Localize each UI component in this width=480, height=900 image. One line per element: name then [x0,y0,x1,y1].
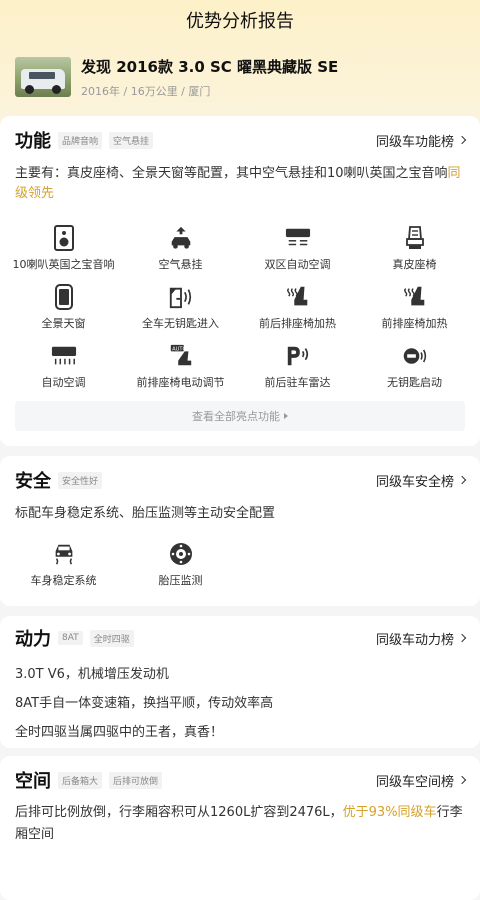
seat-heating-all-icon [285,284,311,310]
feature-item[interactable]: 前后驻车雷达 [239,336,356,395]
view-all-features-label: 查看全部亮点功能 [192,410,280,423]
function-feature-grid: 10喇叭英国之宝音响 空气悬挂 双区自动空调 真皮座椅 全景天窗 全车无钥匙进入… [0,218,480,395]
car-thumbnail [15,57,71,97]
space-title: 空间 [15,771,51,792]
power-tag: 全时四驱 [89,629,134,647]
space-rank-link[interactable]: 同级车空间榜 [375,771,467,790]
space-desc-text: 后排可比例放倒，行李厢容积可从1260L扩容到2476L， [15,805,343,820]
panoramic-sunroof-icon [51,284,77,310]
safety-card: 安全 安全性好 同级车安全榜 标配车身稳定系统、胎压监测等主动安全配置 车身稳定… [0,456,480,606]
dual-zone-ac-icon [285,225,311,251]
power-tag: 8AT [58,631,83,645]
function-header: 功能 品牌音响 空气悬挂 同级车功能榜 [0,122,480,158]
air-suspension-icon [168,225,194,251]
function-title: 功能 [15,131,51,152]
space-tag: 后排可放倒 [109,771,163,789]
feature-label: 胎压监测 [158,574,203,587]
safety-rank-link[interactable]: 同级车安全榜 [375,471,467,490]
space-header: 空间 后备箱大 后排可放倒 同级车空间榜 [0,762,480,798]
power-seat-icon: AUTO [168,343,194,369]
stability-control-icon [51,541,77,567]
power-card: 动力 8AT 全时四驱 同级车动力榜 3.0T V6，机械增压发动机 8AT手自… [0,616,480,748]
keyless-entry-icon [168,284,194,310]
seat-heating-front-icon [402,284,428,310]
auto-ac-icon [51,343,77,369]
space-rank-label: 同级车空间榜 [375,774,454,790]
feature-label: 车身稳定系统 [30,574,97,587]
power-line: 3.0T V6，机械增压发动机 [15,667,169,682]
parking-radar-icon [285,343,311,369]
function-desc: 主要有：真皮座椅、全景天窗等配置，其中空气悬挂和10喇叭英国之宝音响同级领先 [0,164,480,204]
space-tag: 后备箱大 [58,771,103,789]
safety-rank-label: 同级车安全榜 [375,474,454,490]
chevron-right-icon [457,135,467,145]
function-tag: 空气悬挂 [109,131,154,149]
car-name: 发现 2016款 3.0 SC 曜黑典藏版 SE [81,57,339,76]
feature-item[interactable]: 空气悬挂 [122,218,239,277]
feature-item[interactable]: 真皮座椅 [356,218,473,277]
feature-label: 全景天窗 [41,317,86,330]
feature-item[interactable]: 全车无钥匙进入 [122,277,239,336]
space-card: 空间 后备箱大 后排可放倒 同级车空间榜 后排可比例放倒，行李厢容积可从1260… [0,756,480,900]
feature-item[interactable]: AUTO 前排座椅电动调节 [122,336,239,395]
feature-label: 空气悬挂 [158,258,203,271]
safety-desc: 标配车身稳定系统、胎压监测等主动安全配置 [15,506,276,521]
feature-label: 真皮座椅 [392,258,437,271]
page-title: 优势分析报告 [186,11,294,32]
power-title: 动力 [15,629,51,650]
keyless-start-icon [402,343,428,369]
top-header: 优势分析报告 [0,0,480,40]
feature-label: 10喇叭英国之宝音响 [12,258,115,271]
feature-item[interactable]: 前排座椅加热 [356,277,473,336]
feature-label: 前排座椅电动调节 [136,376,225,389]
power-header: 动力 8AT 全时四驱 同级车动力榜 [0,620,480,656]
space-desc-highlight: 优于93%同级车 [342,805,437,820]
feature-item[interactable]: 10喇叭英国之宝音响 [5,218,122,277]
speaker-icon [51,225,77,251]
feature-item[interactable]: 胎压监测 [122,534,239,593]
feature-label: 前排座椅加热 [381,317,448,330]
function-card: 功能 品牌音响 空气悬挂 同级车功能榜 主要有：真皮座椅、全景天窗等配置，其中空… [0,116,480,446]
space-desc: 后排可比例放倒，行李厢容积可从1260L扩容到2476L，优于93%同级车行李厢… [0,802,480,846]
power-rank-link[interactable]: 同级车动力榜 [375,629,467,648]
function-rank-link[interactable]: 同级车功能榜 [375,131,467,150]
triangle-right-icon [284,413,288,419]
function-tag: 品牌音响 [58,131,103,149]
feature-item[interactable]: 前后排座椅加热 [239,277,356,336]
car-info: 发现 2016款 3.0 SC 曜黑典藏版 SE 2016年 / 16万公里 /… [0,40,480,102]
feature-item[interactable]: 全景天窗 [5,277,122,336]
power-rank-label: 同级车动力榜 [375,632,454,648]
feature-label: 无钥匙启动 [387,376,442,389]
tire-pressure-icon [168,541,194,567]
feature-item[interactable]: 自动空调 [5,336,122,395]
feature-item[interactable]: 无钥匙启动 [356,336,473,395]
feature-item[interactable]: 车身稳定系统 [5,534,122,593]
function-rank-label: 同级车功能榜 [375,134,454,150]
function-desc-text: 主要有：真皮座椅、全景天窗等配置，其中空气悬挂和10喇叭英国之宝音响 [15,166,448,181]
feature-item[interactable]: 双区自动空调 [239,218,356,277]
chevron-right-icon [457,475,467,485]
chevron-right-icon [457,775,467,785]
power-line: 全时四驱当属四驱中的王者，真香！ [15,725,224,740]
safety-feature-grid: 车身稳定系统 胎压监测 [0,534,480,593]
feature-label: 双区自动空调 [264,258,331,271]
svg-text:AUTO: AUTO [172,346,186,352]
safety-tag: 安全性好 [58,471,103,489]
chevron-right-icon [457,633,467,643]
car-meta: 2016年 / 16万公里 / 厦门 [81,84,211,98]
view-all-features-button[interactable]: 查看全部亮点功能 [15,401,465,431]
feature-label: 前后排座椅加热 [259,317,336,330]
feature-label: 前后驻车雷达 [264,376,331,389]
safety-header: 安全 安全性好 同级车安全榜 [0,462,480,498]
feature-label: 全车无钥匙进入 [142,317,219,330]
leather-seat-icon [402,225,428,251]
power-line: 8AT手自一体变速箱，换挡平顺，传动效率高 [15,696,274,711]
feature-label: 自动空调 [41,376,86,389]
safety-title: 安全 [15,471,51,492]
